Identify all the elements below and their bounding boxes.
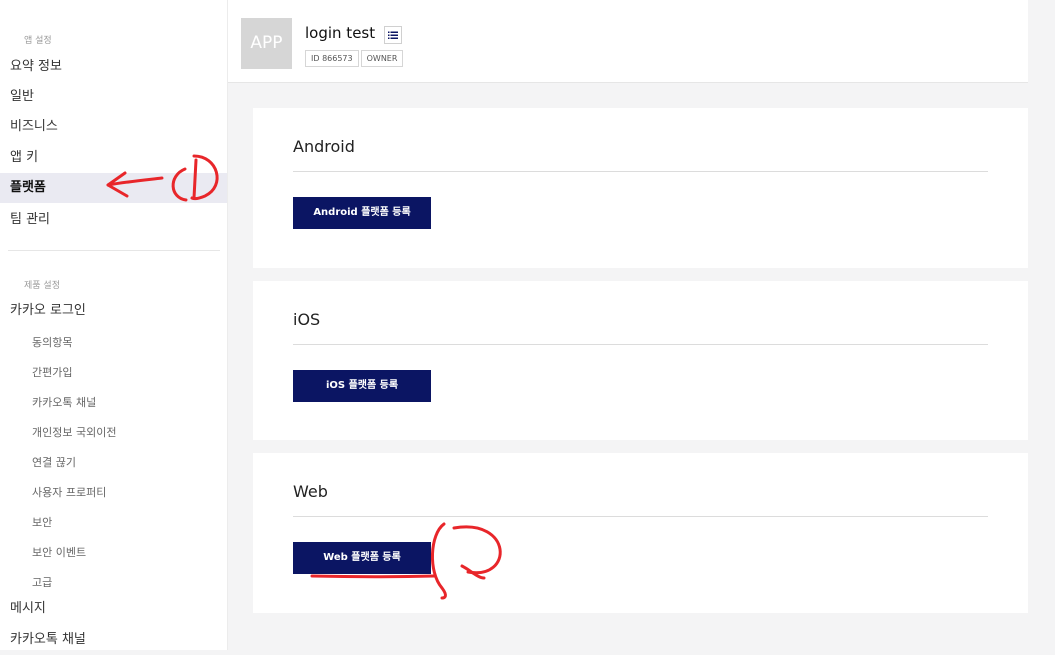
- annotation-overlay: [106, 154, 502, 600]
- annotation-mark-2: [310, 522, 502, 600]
- annotation-arrow-1: [106, 154, 219, 202]
